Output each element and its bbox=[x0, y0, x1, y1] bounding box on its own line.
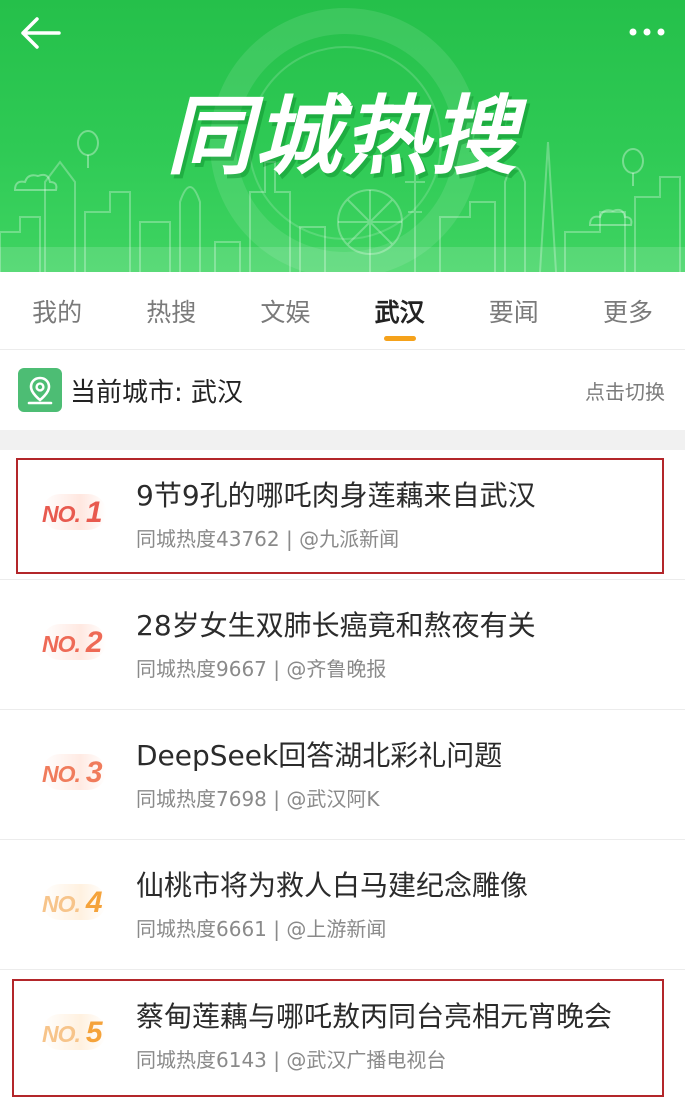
tab-more[interactable]: 更多 bbox=[571, 272, 685, 349]
list-item[interactable]: NO. 1 9节9孔的哪吒肉身莲藕来自武汉 同城热度43762 | @九派新闻 bbox=[0, 450, 685, 580]
item-meta: 同城热度6143 | @武汉广播电视台 bbox=[136, 1047, 447, 1072]
map-pin-icon bbox=[18, 368, 62, 412]
arrow-left-icon bbox=[21, 17, 61, 49]
rank-number: NO. 1 bbox=[42, 496, 103, 529]
list-item[interactable]: NO. 4 仙桃市将为救人白马建纪念雕像 同城热度6661 | @上游新闻 bbox=[0, 840, 685, 970]
tab-hot-search[interactable]: 热搜 bbox=[114, 272, 228, 349]
hot-search-list: NO. 1 9节9孔的哪吒肉身莲藕来自武汉 同城热度43762 | @九派新闻 N… bbox=[0, 450, 685, 1100]
list-item[interactable]: NO. 3 DeepSeek回答湖北彩礼问题 同城热度7698 | @武汉阿K bbox=[0, 710, 685, 840]
item-meta: 同城热度6661 | @上游新闻 bbox=[136, 917, 387, 941]
rank-badge: NO. 5 bbox=[0, 970, 136, 1100]
item-title[interactable]: 9节9孔的哪吒肉身莲藕来自武汉 bbox=[136, 477, 685, 515]
tab-label: 要闻 bbox=[488, 297, 539, 327]
rank-badge: NO. 4 bbox=[0, 840, 136, 969]
page-title: 同城热搜 bbox=[166, 87, 519, 187]
rank-number: NO. 2 bbox=[42, 626, 103, 659]
item-title[interactable]: 28岁女生双肺长癌竟和熬夜有关 bbox=[136, 607, 685, 645]
tab-label: 武汉 bbox=[374, 297, 425, 327]
rank-badge: NO. 3 bbox=[0, 710, 136, 839]
current-city-label: 当前城市: 武汉 bbox=[70, 377, 244, 408]
category-tabs: 我的 热搜 文娱 武汉 要闻 更多 bbox=[0, 272, 685, 350]
switch-city-link[interactable]: 点击切换 bbox=[585, 376, 665, 405]
back-button[interactable] bbox=[16, 12, 64, 54]
header-banner: 同城热搜 bbox=[0, 0, 685, 272]
rank-number: NO. 3 bbox=[42, 756, 103, 789]
rank-number: NO. 5 bbox=[42, 1016, 103, 1049]
item-title[interactable]: 仙桃市将为救人白马建纪念雕像 bbox=[136, 867, 685, 905]
cloud-icon bbox=[588, 208, 633, 226]
item-title[interactable]: 蔡甸莲藕与哪吒敖丙同台亮相元宵晚会 bbox=[136, 998, 685, 1036]
rank-number: NO. 4 bbox=[42, 886, 103, 919]
item-meta: 同城热度43762 | @九派新闻 bbox=[136, 527, 400, 551]
list-item[interactable]: NO. 5 蔡甸莲藕与哪吒敖丙同台亮相元宵晚会 同城热度6143 | @武汉广播电… bbox=[0, 970, 685, 1100]
tab-label: 更多 bbox=[602, 297, 653, 327]
tab-label: 我的 bbox=[32, 297, 83, 327]
more-dots-icon bbox=[629, 28, 665, 36]
more-button[interactable] bbox=[623, 14, 671, 50]
rank-badge: NO. 2 bbox=[0, 580, 136, 709]
tab-label: 热搜 bbox=[146, 297, 197, 327]
tab-label: 文娱 bbox=[260, 297, 311, 327]
rank-badge: NO. 1 bbox=[0, 450, 136, 579]
tab-mine[interactable]: 我的 bbox=[0, 272, 114, 349]
active-tab-indicator bbox=[383, 336, 416, 341]
item-title[interactable]: DeepSeek回答湖北彩礼问题 bbox=[136, 737, 685, 775]
tab-news[interactable]: 要闻 bbox=[457, 272, 571, 349]
item-meta: 同城热度7698 | @武汉阿K bbox=[136, 787, 380, 811]
item-meta: 同城热度9667 | @齐鲁晚报 bbox=[136, 657, 387, 681]
list-item[interactable]: NO. 2 28岁女生双肺长癌竟和熬夜有关 同城热度9667 | @齐鲁晚报 bbox=[0, 580, 685, 710]
tab-city[interactable]: 武汉 bbox=[343, 272, 457, 349]
current-city-bar: 当前城市: 武汉 点击切换 bbox=[0, 350, 685, 430]
section-divider bbox=[0, 430, 685, 450]
tab-entertainment[interactable]: 文娱 bbox=[228, 272, 342, 349]
